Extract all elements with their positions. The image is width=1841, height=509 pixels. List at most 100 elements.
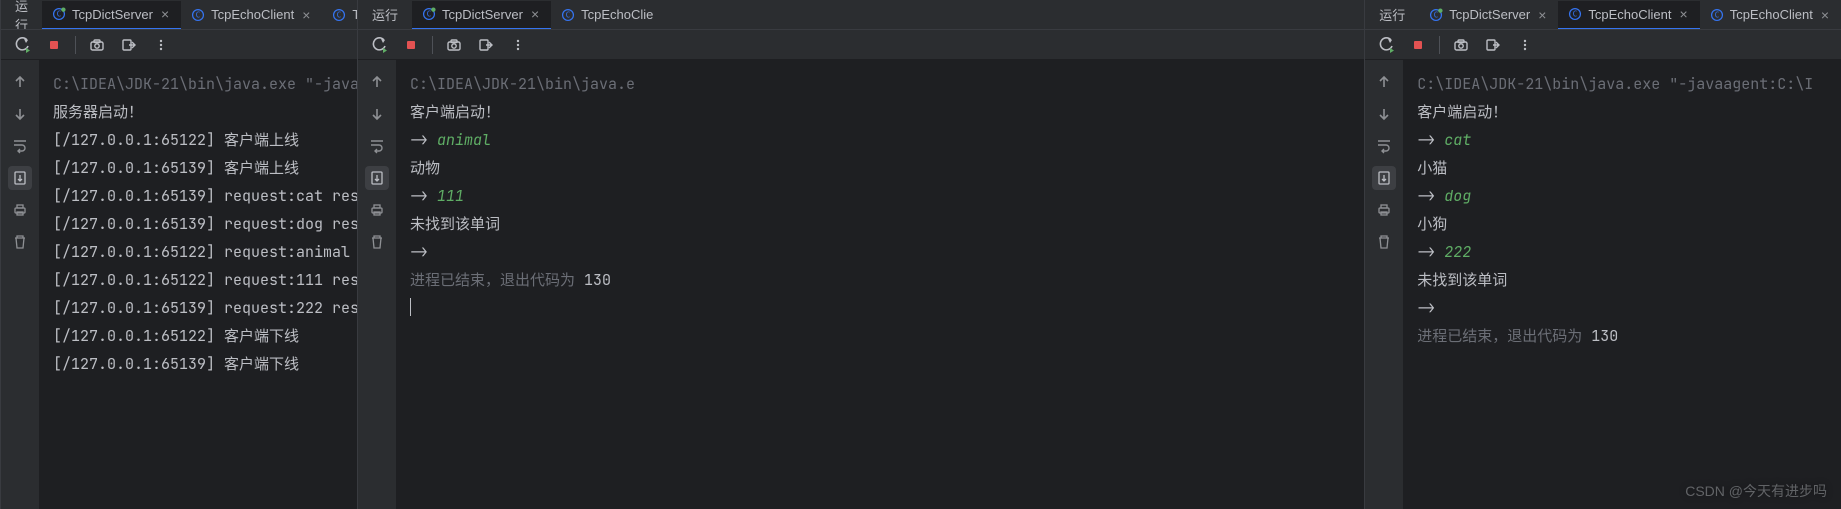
close-icon[interactable]: × xyxy=(1536,8,1548,22)
class-icon: C xyxy=(332,8,346,22)
tab-label: TcpEchoClient xyxy=(1588,7,1671,22)
clear-button[interactable] xyxy=(365,230,389,254)
user-input: 111 xyxy=(437,186,464,206)
console-line: 小狗 xyxy=(1417,210,1827,238)
console-line: [/127.0.0.1:65139] 客户端上线 xyxy=(53,154,343,182)
rerun-button[interactable] xyxy=(11,34,33,56)
nav-down-button[interactable] xyxy=(1372,102,1396,126)
close-icon[interactable]: × xyxy=(1678,7,1690,21)
console-output[interactable]: C:\IDEA\JDK-21\bin\java.e客户端启动！ -> animal… xyxy=(396,60,1364,509)
run-tab[interactable]: C TcpDictServer × xyxy=(1419,0,1558,29)
console-line: -> xyxy=(1417,294,1827,322)
svg-text:C: C xyxy=(196,10,201,19)
console-line: 客户端启动！ xyxy=(1417,98,1827,126)
close-icon[interactable]: × xyxy=(1819,8,1831,22)
print-button[interactable] xyxy=(8,198,32,222)
more-button[interactable] xyxy=(150,34,172,56)
close-icon[interactable]: × xyxy=(300,8,312,22)
console-line: -> xyxy=(410,238,1350,266)
console-line: 服务器启动！ xyxy=(53,98,343,126)
rerun-button[interactable] xyxy=(368,34,390,56)
console-line: 未找到该单词 xyxy=(1417,266,1827,294)
console-gutter xyxy=(1365,60,1403,509)
close-icon[interactable]: × xyxy=(529,7,541,21)
stop-button[interactable] xyxy=(400,34,422,56)
class-icon: C xyxy=(422,7,436,21)
console-line: [/127.0.0.1:65122] request:animal respon… xyxy=(53,238,343,266)
class-icon: C xyxy=(1710,8,1724,22)
console-line: [/127.0.0.1:65139] request:cat response:… xyxy=(53,182,343,210)
nav-up-button[interactable] xyxy=(1372,70,1396,94)
more-button[interactable] xyxy=(507,34,529,56)
nav-down-button[interactable] xyxy=(8,102,32,126)
console-line: [/127.0.0.1:65139] request:222 response:… xyxy=(53,294,343,322)
divider xyxy=(75,36,76,54)
console-line: 客户端启动！ xyxy=(410,98,1350,126)
thread-dump-button[interactable] xyxy=(443,34,465,56)
svg-text:C: C xyxy=(337,10,342,19)
prompt: -> xyxy=(1417,242,1444,262)
command-line: C:\IDEA\JDK-21\bin\java.exe "-javaagent:… xyxy=(1417,70,1827,98)
scroll-end-button[interactable] xyxy=(365,166,389,190)
prompt: -> xyxy=(410,186,437,206)
soft-wrap-button[interactable] xyxy=(365,134,389,158)
tab-label: TcpDictServer xyxy=(72,7,153,22)
console-line: [/127.0.0.1:65122] 客户端上线 xyxy=(53,126,343,154)
run-tab[interactable]: C TcpEchoClient× xyxy=(322,0,357,29)
nav-up-button[interactable] xyxy=(365,70,389,94)
user-input: animal xyxy=(437,130,491,150)
run-toolbar xyxy=(358,30,1364,60)
divider xyxy=(1439,36,1440,54)
scroll-end-button[interactable] xyxy=(1372,166,1396,190)
watermark: CSDN @今天有进步吗 xyxy=(1685,481,1827,501)
thread-dump-button[interactable] xyxy=(1450,34,1472,56)
run-tab[interactable]: C TcpEchoClient× xyxy=(1700,0,1841,29)
exit-text: 进程已结束，退出代码为 xyxy=(410,270,584,290)
tab-label: TcpDictServer xyxy=(1449,7,1530,22)
close-icon[interactable]: × xyxy=(159,7,171,21)
soft-wrap-button[interactable] xyxy=(8,134,32,158)
run-toolbar xyxy=(1,30,357,60)
nav-down-button[interactable] xyxy=(365,102,389,126)
class-icon: C xyxy=(1429,8,1443,22)
exit-button[interactable] xyxy=(475,34,497,56)
tab-label: TcpDictServer xyxy=(442,7,523,22)
console-body: C:\IDEA\JDK-21\bin\java.exe "-javaagent:… xyxy=(1,60,357,509)
print-button[interactable] xyxy=(1372,198,1396,222)
console-output[interactable]: C:\IDEA\JDK-21\bin\java.exe "-javaagent:… xyxy=(1403,60,1841,509)
command-line: C:\IDEA\JDK-21\bin\java.exe "-javaagent:… xyxy=(53,70,343,98)
clear-button[interactable] xyxy=(1372,230,1396,254)
exit-button[interactable] xyxy=(1482,34,1504,56)
prompt: -> xyxy=(1417,186,1444,206)
scroll-end-button[interactable] xyxy=(8,166,32,190)
tab-bar: 运行 C TcpDictServer× C TcpEchoClient× C T… xyxy=(1,0,357,30)
svg-text:C: C xyxy=(566,10,571,19)
console-line: 未找到该单词 xyxy=(410,210,1350,238)
stop-button[interactable] xyxy=(43,34,65,56)
print-button[interactable] xyxy=(365,198,389,222)
class-icon: C xyxy=(561,8,575,22)
more-button[interactable] xyxy=(1514,34,1536,56)
soft-wrap-button[interactable] xyxy=(1372,134,1396,158)
console-output[interactable]: C:\IDEA\JDK-21\bin\java.exe "-javaagent:… xyxy=(39,60,357,509)
svg-text:C: C xyxy=(1714,10,1719,19)
run-tab[interactable]: C TcpEchoClient× xyxy=(1558,1,1699,30)
console-gutter xyxy=(358,60,396,509)
rerun-button[interactable] xyxy=(1375,34,1397,56)
run-tab[interactable]: C TcpEchoClie xyxy=(551,0,663,29)
run-toolbar xyxy=(1365,30,1841,60)
user-input: dog xyxy=(1444,186,1471,206)
thread-dump-button[interactable] xyxy=(86,34,108,56)
clear-button[interactable] xyxy=(8,230,32,254)
nav-up-button[interactable] xyxy=(8,70,32,94)
console-gutter xyxy=(1,60,39,509)
stop-button[interactable] xyxy=(1407,34,1429,56)
command-line: C:\IDEA\JDK-21\bin\java.e xyxy=(410,70,1350,98)
exit-button[interactable] xyxy=(118,34,140,56)
run-tab[interactable]: C TcpDictServer× xyxy=(42,1,181,30)
run-tab[interactable]: C TcpDictServer × xyxy=(412,1,551,30)
exit-code: 130 xyxy=(1591,326,1618,346)
console-line: 进程已结束，退出代码为 130 xyxy=(1417,322,1827,350)
run-tab[interactable]: C TcpEchoClient× xyxy=(181,0,322,29)
console-line: 进程已结束，退出代码为 130 xyxy=(410,266,1350,294)
